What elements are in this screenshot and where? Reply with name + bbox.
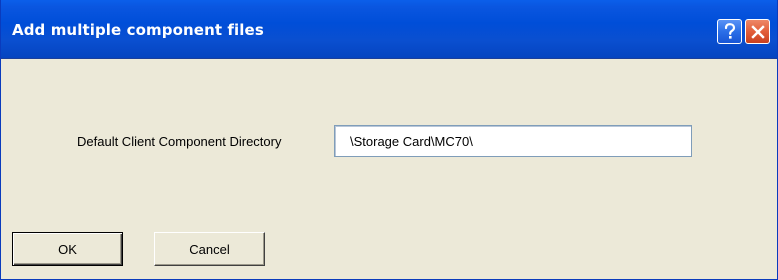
title-bar[interactable]: Add multiple component files	[1, 0, 777, 59]
close-icon	[750, 24, 765, 39]
cancel-button-label: Cancel	[189, 241, 230, 257]
ok-button-label: OK	[58, 241, 77, 257]
directory-input[interactable]	[334, 125, 692, 157]
ok-button[interactable]: OK	[12, 232, 123, 266]
cancel-button[interactable]: Cancel	[154, 232, 265, 266]
add-multiple-component-files-dialog: Add multiple component files Default Cli…	[0, 0, 778, 280]
help-icon	[724, 23, 735, 39]
close-button[interactable]	[745, 19, 770, 44]
directory-label: Default Client Component Directory	[77, 134, 282, 149]
help-button[interactable]	[717, 19, 742, 44]
dialog-title: Add multiple component files	[12, 21, 264, 39]
dialog-body: Default Client Component Directory OK Ca…	[1, 59, 777, 279]
